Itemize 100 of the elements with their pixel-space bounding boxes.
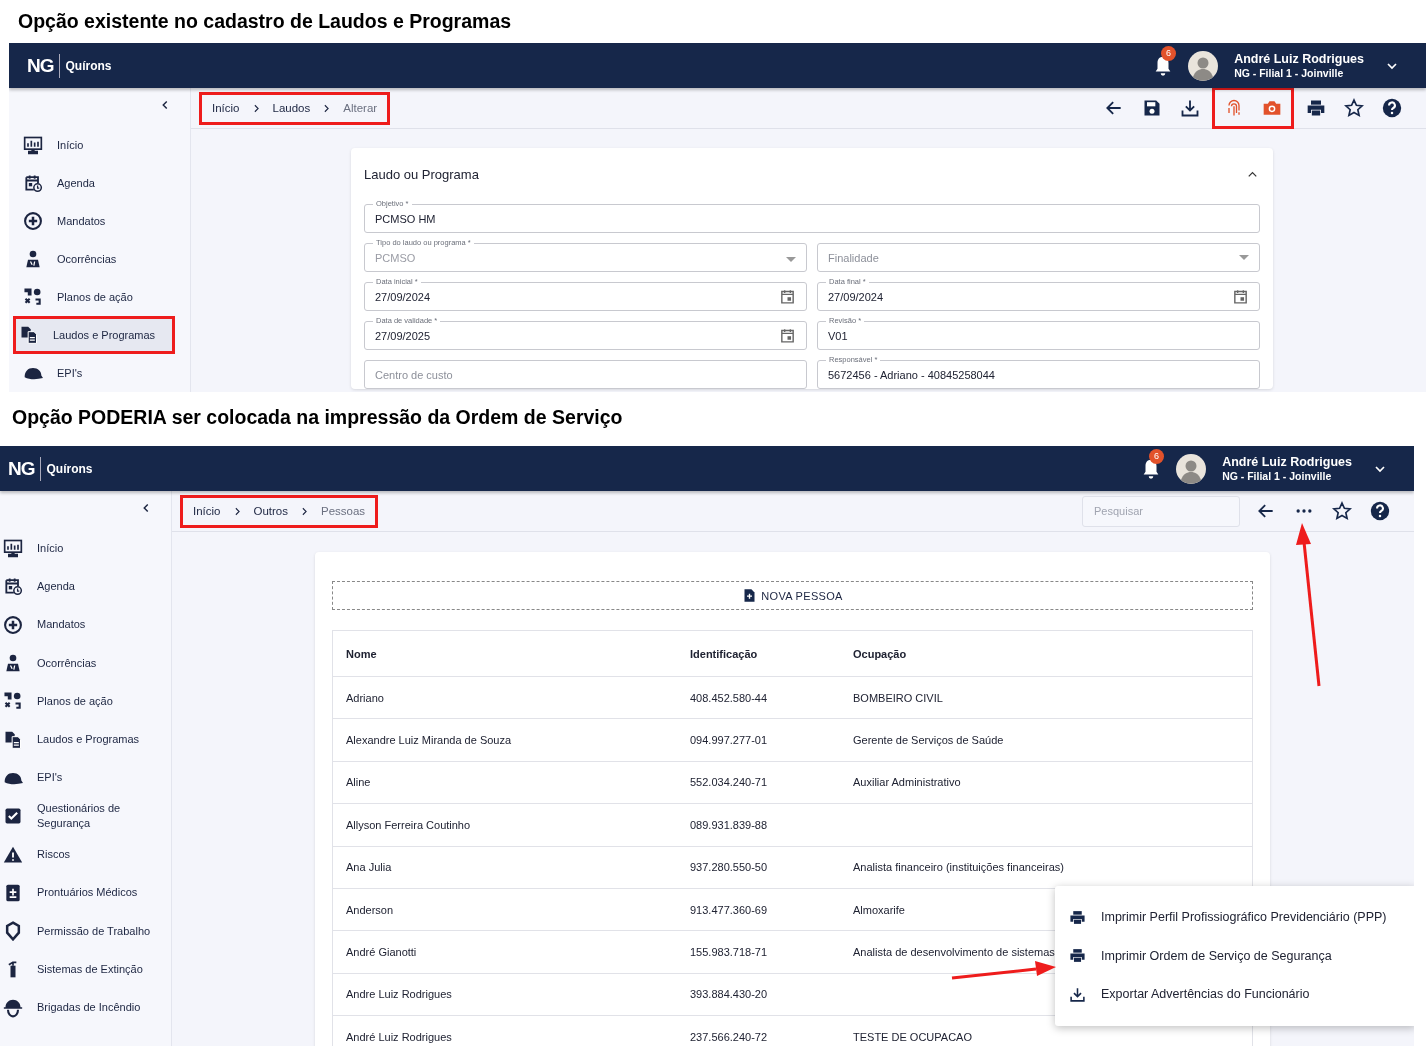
plus-circle-icon [3,614,23,635]
octagon-icon [3,921,23,942]
menu-item[interactable]: Exportar Advertências do Funcionário [1055,975,1414,1014]
sidebar-item[interactable]: Mandatos [0,605,171,644]
star-icon[interactable] [1332,501,1352,521]
printer-icon [1069,908,1086,926]
table-cell: 393.884.430-20 [690,988,768,1001]
table-cell: 237.566.240-72 [690,1030,768,1043]
sidebar-item[interactable]: EPI's [13,354,190,392]
breadcrumb-link[interactable]: Alterar [343,102,378,114]
camera-icon[interactable] [1262,98,1282,118]
sidebar-item[interactable]: Laudos e Programas [13,316,175,354]
column-header[interactable]: Identificação [677,630,840,677]
avatar-icon[interactable] [1176,453,1207,484]
sidebar-item[interactable]: Início [13,126,190,164]
card-title: Laudo ou Programa [364,166,479,182]
sidebar-item[interactable]: Planos de ação [0,682,171,721]
sidebar-item[interactable]: Laudos e Programas [0,720,171,759]
menu-item[interactable]: Imprimir Perfil Profissiográfico Previdenciário (PPP) [1055,898,1414,937]
calendar-icon[interactable] [779,327,796,344]
checkbox-icon [3,806,23,827]
download-icon[interactable] [1180,98,1200,118]
table-cell: Andre Luiz Rodrigues [346,988,452,1001]
table-cell: Almoxarife [853,903,905,916]
dropdown-caret-icon [1239,255,1249,260]
firefighter-icon [3,997,23,1018]
table-cell: Allyson Ferreira Coutinho [346,818,471,831]
sidebar-item[interactable]: Ocorrências [13,240,190,278]
dropdown-caret-icon [786,256,796,262]
sidebar-item[interactable]: Prontuários Médicos [0,873,171,912]
sidebar-item[interactable]: Ocorrências [0,643,171,683]
shapes-icon [3,691,23,712]
table-cell: TESTE DE OCUPACAO [853,1030,972,1043]
user-branch: NG - Filial 1 - Joinville [1234,67,1345,79]
table-cell: 913.477.360-69 [690,903,768,916]
table-cell: Analista de desenvolvimento de sistemas [853,946,1055,959]
documents-icon [3,729,23,750]
user-name: André Luiz Rodrigues [1234,52,1364,66]
documents-icon [19,325,39,345]
table-cell: 155.983.718-71 [690,946,768,959]
sidebar-item[interactable]: Brigadas de Incêndio [0,988,171,1027]
monitor-chart-icon [3,538,23,559]
breadcrumb-link[interactable]: Início [193,505,221,517]
clipboard-icon [3,882,23,903]
table-cell: Gerente de Serviços de Saúde [853,734,1004,747]
help-icon[interactable] [1370,501,1390,521]
caption: Opção existente no cadastro de Laudos e Programas [17,9,513,34]
sidebar-item[interactable]: Questionários de Segurança [0,797,171,836]
calendar-icon[interactable] [779,288,796,305]
shapes-icon [23,287,43,307]
table-cell: 408.452.580-44 [690,691,768,704]
table-cell: Auxiliar Administrativo [853,776,961,789]
notification-badge: 6 [1161,45,1177,61]
breadcrumb-link[interactable]: Outros [253,505,288,517]
sidebar-item[interactable]: Mandatos [13,202,190,240]
calendar-icon [23,173,43,193]
help-icon[interactable] [1382,98,1402,118]
logo-text: Quírons [46,461,93,476]
table-cell: Adriano [346,691,384,704]
sidebar-item[interactable]: Riscos [0,835,171,874]
calendar-icon[interactable] [1232,288,1249,305]
table-cell: Analista financeiro (instituições financeiras) [853,861,1064,874]
table-cell: 552.034.240-71 [690,776,768,789]
column-header[interactable]: Ocupação [840,630,1253,677]
save-icon[interactable] [1142,98,1162,118]
notification-badge: 6 [1149,448,1165,464]
sidebar-item[interactable]: Planos de ação [13,278,190,316]
user-name: André Luiz Rodrigues [1222,455,1352,469]
menu-item[interactable]: Imprimir Ordem de Serviço de Segurança [1055,936,1414,975]
breadcrumb-link[interactable]: Laudos [272,102,311,114]
logo-text: Quírons [65,58,112,73]
table-cell: Aline [346,776,371,789]
sidebar-item[interactable]: Agenda [0,567,171,606]
sidebar-item[interactable]: Permissão de Trabalho [0,911,171,951]
table-cell: 089.931.839-88 [690,818,768,831]
breadcrumb-link[interactable]: Pessoas [321,505,366,517]
printer-icon [1069,947,1086,965]
table-cell: André Luiz Rodrigues [346,1030,452,1043]
sidebar-item[interactable]: Agenda [13,164,190,202]
logo-mark: NG [27,53,60,78]
column-header[interactable]: Nome [332,630,677,677]
avatar-icon[interactable] [1188,50,1219,81]
table-cell: André Gianotti [346,946,417,959]
calendar-icon [3,576,23,597]
monitor-chart-icon [23,135,43,155]
table-cell: Ana Julia [346,861,392,874]
new-person-button[interactable]: NOVA PESSOA [332,581,1253,610]
user-branch: NG - Filial 1 - Joinville [1222,470,1333,482]
table-cell: 937.280.550-50 [690,861,768,874]
logo-mark: NG [8,456,41,481]
printer-icon[interactable] [1306,98,1326,118]
sidebar-item[interactable]: Início [0,529,171,568]
sidebar-item[interactable]: EPI's [0,758,171,798]
download-icon [1069,985,1086,1003]
sidebar-item[interactable]: Sistemas de Extinção [0,950,171,989]
search-field[interactable]: Pesquisar [1082,495,1240,527]
add-document-icon [742,588,758,603]
breadcrumb-link[interactable]: Início [212,102,240,114]
table-cell: 094.997.277-01 [690,734,768,747]
star-icon[interactable] [1344,98,1364,118]
